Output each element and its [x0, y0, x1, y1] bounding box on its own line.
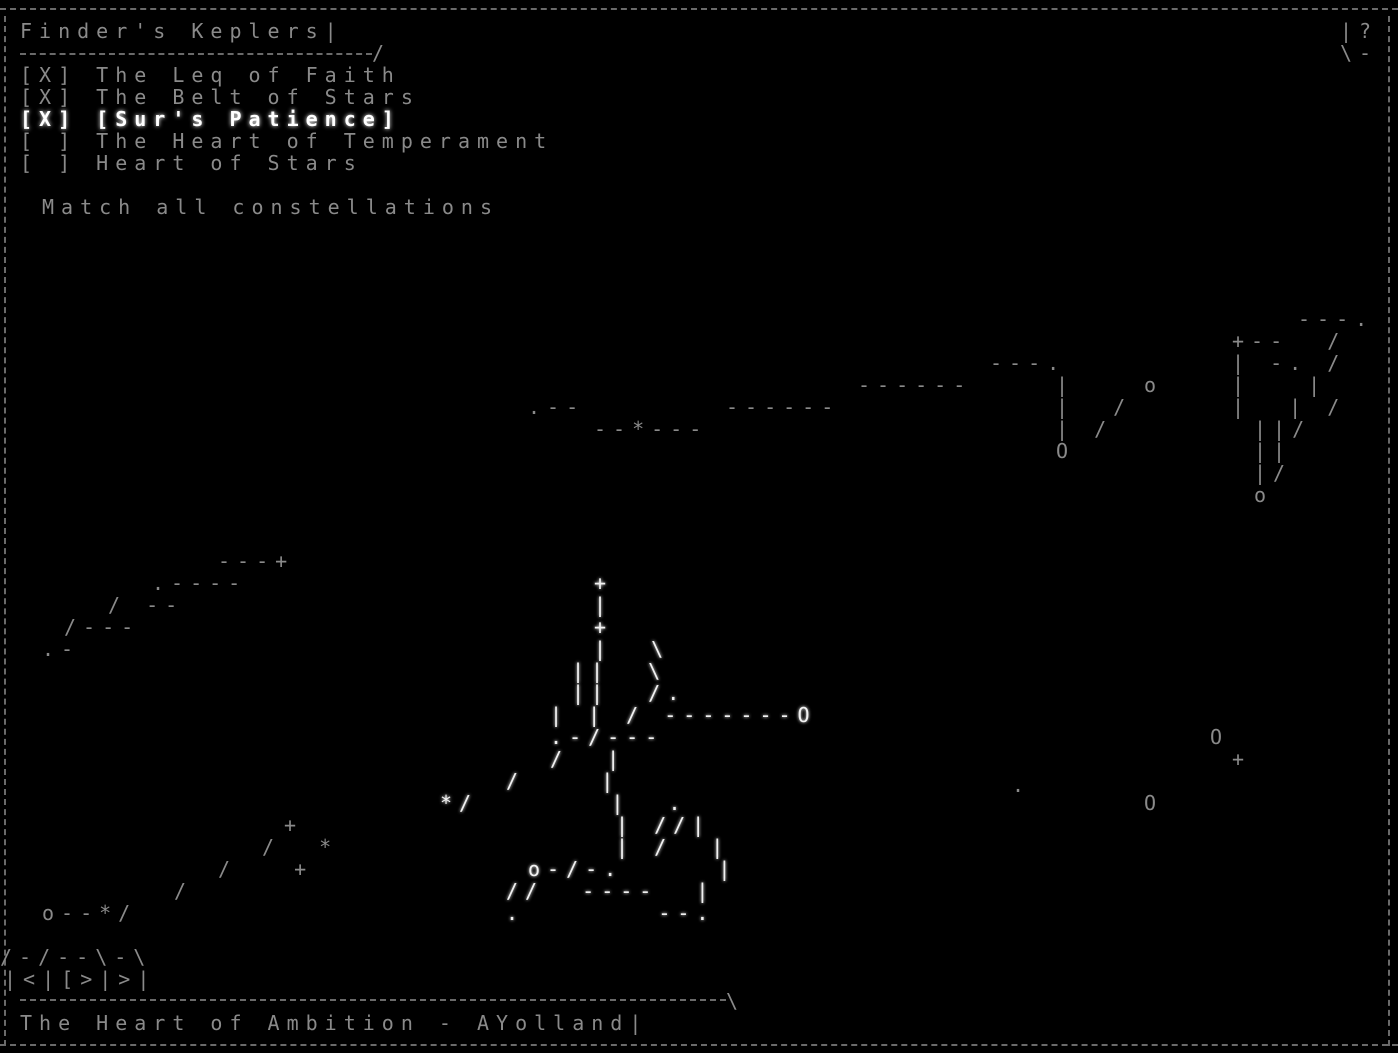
star-trail: .- — [42, 637, 81, 661]
star-trail: / * — [262, 835, 339, 859]
star-trail: // ---- | — [506, 879, 716, 903]
star-trail: || \ — [572, 659, 668, 683]
checklist-item[interactable]: [ ] The Heart of Temperament — [20, 130, 553, 152]
star-trail: .-- — [528, 395, 586, 419]
nav-controls: |<|[>|>| — [4, 967, 157, 991]
title-underline-end: / — [372, 41, 392, 65]
star-node: o — [1254, 483, 1274, 507]
checkbox[interactable]: [ ] — [20, 129, 77, 153]
star-node: + — [594, 571, 614, 595]
star-trail: +-- / — [1232, 329, 1347, 353]
nav-controls-top: /-/--\-\ — [0, 945, 153, 969]
frame-left — [4, 16, 6, 1046]
checklist-item[interactable]: [X] The Belt of Stars — [20, 86, 420, 108]
star-trail: .---- — [152, 571, 248, 595]
game-title: Finder's Keplers| — [20, 19, 344, 43]
star-trail: . --. — [506, 901, 716, 925]
star-trail: | | / -------O — [550, 703, 817, 727]
star-trail: / | — [506, 769, 621, 793]
star-trail: / + — [218, 857, 314, 881]
help-corner: \- — [1340, 41, 1379, 65]
star-node: . — [1012, 773, 1032, 797]
star-node: O — [1144, 791, 1164, 815]
star-trail: / -- — [108, 593, 185, 617]
objective-text: Match all constellations — [42, 195, 499, 219]
prev-button[interactable]: < — [23, 967, 42, 991]
footer-rule — [20, 999, 726, 1001]
star-node: + — [594, 615, 614, 639]
star-trail: | | — [1232, 373, 1328, 397]
checkbox[interactable]: [ ] — [20, 151, 77, 175]
star-trail: o--*/ — [42, 901, 138, 925]
star-trail: | / — [1056, 395, 1133, 419]
checklist-item[interactable]: [X] The Leq of Faith — [20, 64, 401, 86]
star-trail: /--- — [64, 615, 141, 639]
star-trail: | / | — [616, 835, 731, 859]
fast-forward-button[interactable]: > — [118, 967, 137, 991]
star-node: + — [1232, 747, 1252, 771]
star-trail: / | — [550, 747, 627, 771]
help-button[interactable]: |? — [1340, 20, 1378, 42]
star-trail: / — [174, 879, 194, 903]
star-trail: || — [1254, 439, 1293, 463]
star-trail: ||/ — [1254, 417, 1312, 441]
star-trail: ---+ — [218, 549, 295, 573]
star-trail: | | / — [1232, 395, 1347, 419]
star-trail: --*--- — [594, 417, 709, 441]
frame-bottom — [0, 1044, 1398, 1046]
star-trail: ------ — [858, 373, 973, 397]
star-node: + — [284, 813, 304, 837]
star-trail: */ | . — [440, 791, 688, 815]
star-trail: | \ — [594, 637, 671, 661]
star-trail: ---. — [1298, 307, 1375, 331]
star-trail: || /. — [572, 681, 687, 705]
star-trail: |/ — [1254, 461, 1293, 485]
star-trail: | — [1056, 373, 1076, 397]
star-trail: ------ — [726, 395, 841, 419]
star-trail: o-/-. | — [528, 857, 738, 881]
star-trail: .-/--- — [550, 725, 665, 749]
star-trail: | //| — [616, 813, 712, 837]
star-trail: | / — [1056, 417, 1114, 441]
checklist-item-selected[interactable]: [X] [Sur's Patience] — [20, 108, 401, 130]
pause-button[interactable]: [ — [61, 967, 80, 991]
next-button[interactable]: > — [80, 967, 99, 991]
title-underline — [20, 53, 372, 55]
star-trail: | -. / — [1232, 351, 1347, 375]
frame-right — [1388, 16, 1390, 1046]
checkbox[interactable]: [X] — [20, 107, 77, 131]
checklist-item[interactable]: [ ] Heart of Stars — [20, 152, 363, 174]
frame-top — [0, 8, 1398, 10]
footer-rule-end: \ — [726, 989, 746, 1013]
star-trail: | — [594, 593, 614, 617]
star-node: O — [1210, 725, 1230, 749]
star-node: O — [1056, 439, 1076, 463]
star-trail: ---. — [990, 351, 1067, 375]
checkbox[interactable]: [X] — [20, 85, 77, 109]
footer-status: The Heart of Ambition - AYolland| — [20, 1011, 649, 1035]
checkbox[interactable]: [X] — [20, 63, 77, 87]
star-node: o — [1144, 373, 1164, 397]
